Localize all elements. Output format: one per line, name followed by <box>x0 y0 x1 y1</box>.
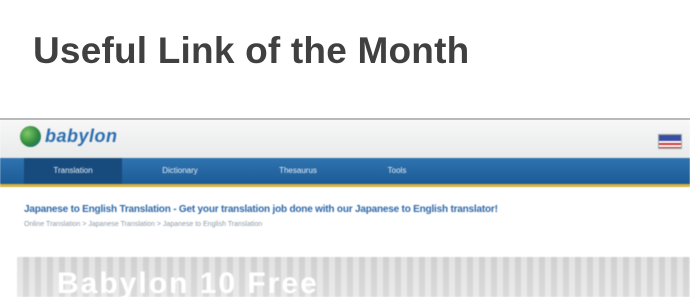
tab-thesaurus[interactable]: Thesaurus <box>258 158 338 184</box>
tab-dictionary[interactable]: Dictionary <box>140 158 220 184</box>
page-headline: Japanese to English Translation - Get yo… <box>24 204 498 215</box>
slide-title: Useful Link of the Month <box>33 30 470 71</box>
tab-translation[interactable]: Translation <box>24 158 122 184</box>
brand-bar: babylon <box>0 120 690 158</box>
hero-banner: Babylon 10 Free <box>17 257 690 297</box>
hero-text: Babylon 10 Free <box>57 267 319 297</box>
main-nav: Translation Dictionary Thesaurus Tools <box>0 158 690 187</box>
babylon-logo[interactable]: babylon <box>20 126 118 147</box>
tab-tools[interactable]: Tools <box>372 158 422 184</box>
website-screenshot: babylon Translation Dictionary Thesaurus… <box>0 118 690 297</box>
logo-text: babylon <box>45 126 118 146</box>
breadcrumb[interactable]: Online Translation > Japanese Translatio… <box>24 221 262 228</box>
us-flag-icon[interactable] <box>658 134 682 149</box>
globe-icon <box>20 126 41 147</box>
